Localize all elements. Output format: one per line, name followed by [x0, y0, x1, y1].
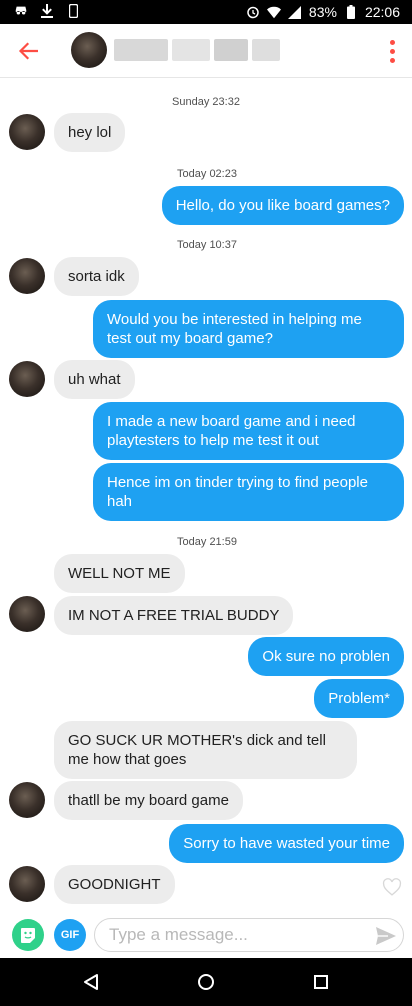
chat-header [0, 24, 412, 78]
timestamp: Today 02:23 [177, 168, 237, 180]
incoming-message[interactable]: thatll be my board game [54, 781, 243, 820]
message-input[interactable] [95, 919, 355, 951]
match-avatar-small[interactable] [9, 258, 45, 294]
match-avatar-small[interactable] [9, 866, 45, 902]
incoming-message[interactable]: GOODNIGHT [54, 865, 175, 904]
dot-icon [389, 39, 395, 45]
download-icon [40, 4, 54, 18]
system-nav-bar [0, 958, 412, 1006]
dot-icon [389, 48, 395, 54]
message-input-wrapper [94, 918, 404, 952]
triangle-back-icon [84, 974, 98, 990]
outgoing-message[interactable]: Problem* [314, 679, 404, 718]
incoming-message[interactable]: GO SUCK UR MOTHER's dick and tell me how… [54, 721, 357, 779]
back-button[interactable] [14, 37, 42, 65]
name-blur-1 [114, 39, 168, 61]
back-arrow-icon [18, 42, 38, 60]
dot-icon [389, 57, 395, 63]
sticker-button[interactable] [12, 919, 44, 951]
match-avatar-small[interactable] [9, 114, 45, 150]
outgoing-message[interactable]: Hello, do you like board games? [161, 186, 404, 225]
message-composer: GIF [0, 912, 412, 958]
match-avatar[interactable] [71, 32, 107, 68]
match-avatar-small[interactable] [9, 596, 45, 632]
alarm-icon [246, 5, 260, 19]
match-name-blurred[interactable] [114, 39, 280, 61]
overflow-menu-button[interactable] [382, 37, 402, 65]
incognito-icon [14, 4, 28, 18]
outgoing-message[interactable]: Sorry to have wasted your time [169, 824, 404, 863]
cell-signal-icon [288, 5, 302, 19]
outgoing-message[interactable]: I made a new board game and i need playt… [93, 402, 404, 460]
nav-back-button[interactable] [79, 970, 103, 994]
nav-home-button[interactable] [194, 970, 218, 994]
incoming-message[interactable]: WELL NOT ME [54, 554, 185, 593]
battery-icon [344, 5, 358, 19]
timestamp: Today 21:59 [177, 536, 237, 548]
sticker-icon [21, 928, 35, 943]
name-blur-2 [172, 39, 210, 61]
incoming-message[interactable]: sorta idk [54, 257, 139, 296]
outgoing-message[interactable]: Ok sure no problen [248, 637, 404, 676]
send-icon[interactable] [375, 926, 397, 946]
outgoing-message[interactable]: Would you be interested in helping me te… [93, 300, 404, 358]
outgoing-message[interactable]: Hence im on tinder trying to find people… [93, 463, 404, 521]
clock: 22:06 [364, 4, 400, 20]
timestamp: Today 10:37 [177, 239, 237, 251]
gif-button[interactable]: GIF [54, 919, 86, 951]
phone-device-icon [66, 4, 80, 18]
incoming-message[interactable]: IM NOT A FREE TRIAL BUDDY [54, 596, 294, 635]
name-blur-3 [214, 39, 248, 61]
timestamp: Sunday 23:32 [172, 96, 240, 108]
match-avatar-small[interactable] [9, 361, 45, 397]
like-heart-icon[interactable] [382, 877, 402, 897]
incoming-message[interactable]: hey lol [54, 113, 126, 152]
wifi-icon [266, 5, 281, 19]
incoming-message[interactable]: uh what [54, 360, 135, 399]
nav-recents-button[interactable] [309, 970, 333, 994]
status-bar: 83% 22:06 [0, 0, 412, 24]
battery-percent: 83% [308, 4, 337, 20]
circle-home-icon [198, 974, 214, 990]
name-blur-4 [252, 39, 280, 61]
square-recents-icon [314, 975, 328, 989]
match-avatar-small[interactable] [9, 782, 45, 818]
message-list[interactable]: Sunday 23:32 hey lol Today 02:23 Hello, … [0, 79, 412, 912]
